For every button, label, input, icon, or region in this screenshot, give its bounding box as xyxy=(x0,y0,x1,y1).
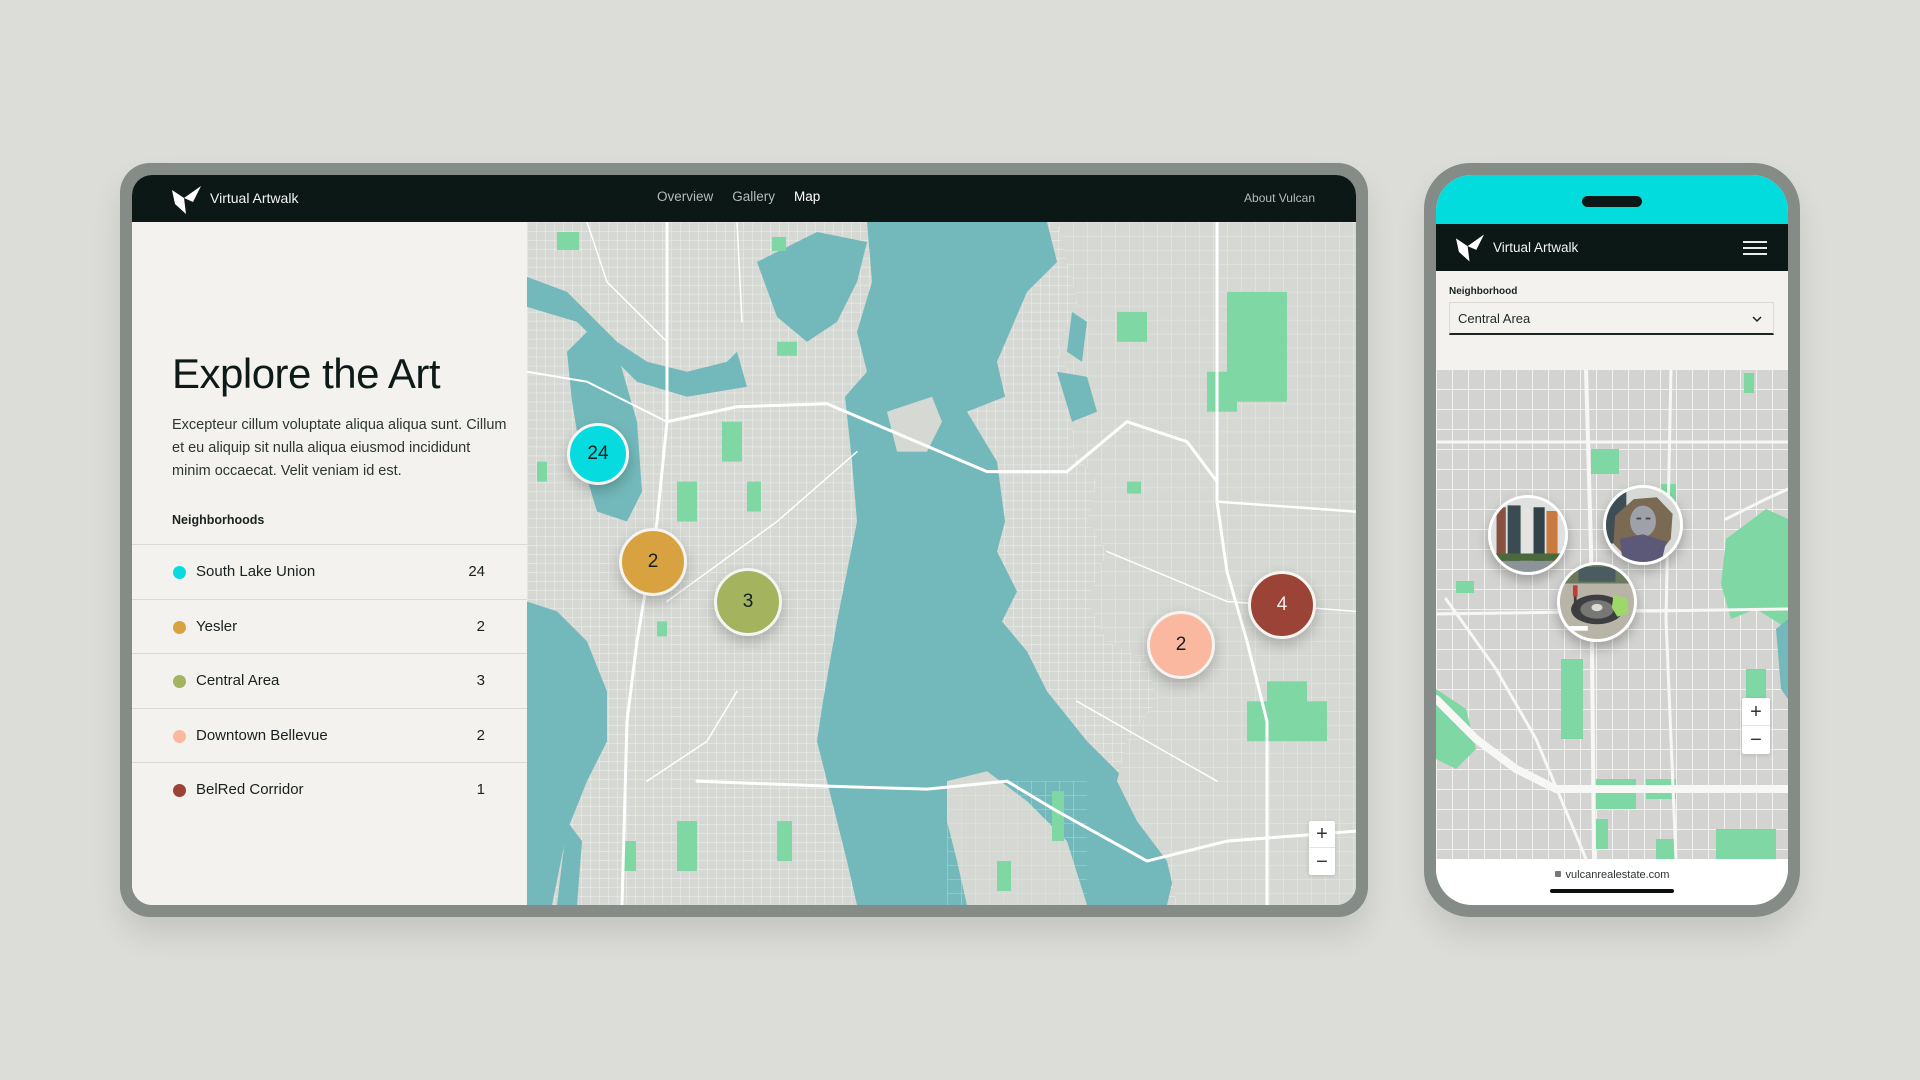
chevron-down-icon xyxy=(1752,316,1762,323)
vulcan-logo-icon[interactable] xyxy=(172,186,202,214)
hamburger-menu-icon[interactable] xyxy=(1743,241,1767,255)
neighborhood-count: 24 xyxy=(468,563,485,580)
map-marker-central-area[interactable]: 3 xyxy=(714,568,782,636)
neighborhood-select[interactable]: Central Area xyxy=(1449,302,1774,335)
nav-links: Overview Gallery Map xyxy=(657,189,839,204)
tablet-screen: Virtual Artwalk Overview Gallery Map Abo… xyxy=(132,175,1356,905)
marker-count: 3 xyxy=(742,591,754,612)
neighborhood-item-belred-corridor[interactable]: BelRed Corridor 1 xyxy=(132,763,527,818)
neighborhood-count: 1 xyxy=(476,781,485,798)
photo-marker-building-facade[interactable] xyxy=(1488,495,1568,575)
neighborhood-name: South Lake Union xyxy=(196,563,316,580)
color-dot-icon xyxy=(173,784,186,797)
nav-overview[interactable]: Overview xyxy=(657,189,713,204)
brand-name[interactable]: Virtual Artwalk xyxy=(210,190,298,206)
brand-name[interactable]: Virtual Artwalk xyxy=(1493,240,1578,255)
neighborhood-item-south-lake-union[interactable]: South Lake Union 24 xyxy=(132,545,527,600)
mobile-zoom-controls: + − xyxy=(1742,698,1770,754)
map-marker-downtown-bellevue[interactable]: 2 xyxy=(1147,611,1215,679)
artwork-photo-mosaic xyxy=(1560,565,1634,639)
map-view[interactable]: 24 2 3 2 4 + − xyxy=(527,222,1356,905)
neighborhood-count: 2 xyxy=(476,726,485,744)
tablet-mockup: Virtual Artwalk Overview Gallery Map Abo… xyxy=(120,163,1368,917)
color-dot-icon xyxy=(173,620,186,634)
neighborhood-count: 3 xyxy=(476,672,485,689)
mobile-map-view[interactable]: + − xyxy=(1436,369,1788,859)
top-nav: Virtual Artwalk Overview Gallery Map Abo… xyxy=(132,175,1356,222)
neighborhood-filter: Neighborhood Central Area xyxy=(1436,271,1788,369)
color-dot-icon xyxy=(173,566,186,579)
neighborhood-item-yesler[interactable]: Yesler 2 xyxy=(132,600,527,654)
phone-notch xyxy=(1582,196,1642,207)
nav-map[interactable]: Map xyxy=(794,189,820,204)
zoom-out-button[interactable]: − xyxy=(1309,848,1335,875)
browser-url-bar[interactable]: vulcanrealestate.com xyxy=(1436,859,1788,905)
url-text: vulcanrealestate.com xyxy=(1565,869,1670,881)
neighborhood-name: BelRed Corridor xyxy=(196,781,304,798)
page-description: Excepteur cillum voluptate aliqua aliqua… xyxy=(172,417,507,479)
home-indicator[interactable] xyxy=(1550,889,1674,893)
about-vulcan-link[interactable]: About Vulcan xyxy=(1244,191,1315,205)
page-title: Explore the Art xyxy=(172,350,440,397)
status-bar xyxy=(1436,175,1788,224)
map-marker-south-lake-union[interactable]: 24 xyxy=(567,423,629,485)
photo-marker-sculpture-face[interactable] xyxy=(1603,485,1683,565)
phone-screen: Virtual Artwalk Neighborhood Central Are… xyxy=(1436,175,1788,905)
neighborhood-list: South Lake Union 24 Yesler 2 Central Are… xyxy=(132,544,527,818)
marker-count: 2 xyxy=(647,551,659,572)
neighborhood-select-value: Central Area xyxy=(1458,311,1531,326)
color-dot-icon xyxy=(173,675,186,688)
artwork-photo-sculpture xyxy=(1606,488,1680,562)
lock-icon xyxy=(1554,871,1561,877)
neighborhoods-heading: Neighborhoods xyxy=(172,513,265,527)
zoom-out-button[interactable]: − xyxy=(1742,726,1770,754)
neighborhood-label: Neighborhood xyxy=(1449,286,1518,297)
marker-count: 2 xyxy=(1175,634,1187,655)
map-marker-yesler[interactable]: 2 xyxy=(619,528,687,596)
neighborhood-name: Central Area xyxy=(196,672,280,689)
sidebar: Explore the Art Excepteur cillum volupta… xyxy=(132,222,527,905)
mobile-nav: Virtual Artwalk xyxy=(1436,224,1788,271)
neighborhood-item-central-area[interactable]: Central Area 3 xyxy=(132,654,527,709)
color-dot-icon xyxy=(173,729,186,743)
map-zoom-controls: + − xyxy=(1309,821,1335,875)
neighborhood-item-downtown-bellevue[interactable]: Downtown Bellevue 2 xyxy=(132,709,527,763)
neighborhood-count: 2 xyxy=(476,617,485,635)
map-marker-belred-corridor[interactable]: 4 xyxy=(1248,571,1316,639)
nav-gallery[interactable]: Gallery xyxy=(732,189,775,204)
phone-mockup: Virtual Artwalk Neighborhood Central Are… xyxy=(1424,163,1800,917)
artwork-photo-building xyxy=(1491,498,1565,572)
neighborhood-name: Yesler xyxy=(196,617,238,635)
marker-count: 24 xyxy=(587,443,609,464)
marker-count: 4 xyxy=(1276,594,1288,615)
zoom-in-button[interactable]: + xyxy=(1742,698,1770,726)
photo-marker-ground-mosaic[interactable] xyxy=(1557,562,1637,642)
url-display[interactable]: vulcanrealestate.com xyxy=(1436,869,1788,881)
zoom-in-button[interactable]: + xyxy=(1309,821,1335,848)
neighborhood-name: Downtown Bellevue xyxy=(196,726,328,744)
vulcan-logo-icon[interactable] xyxy=(1456,234,1485,262)
